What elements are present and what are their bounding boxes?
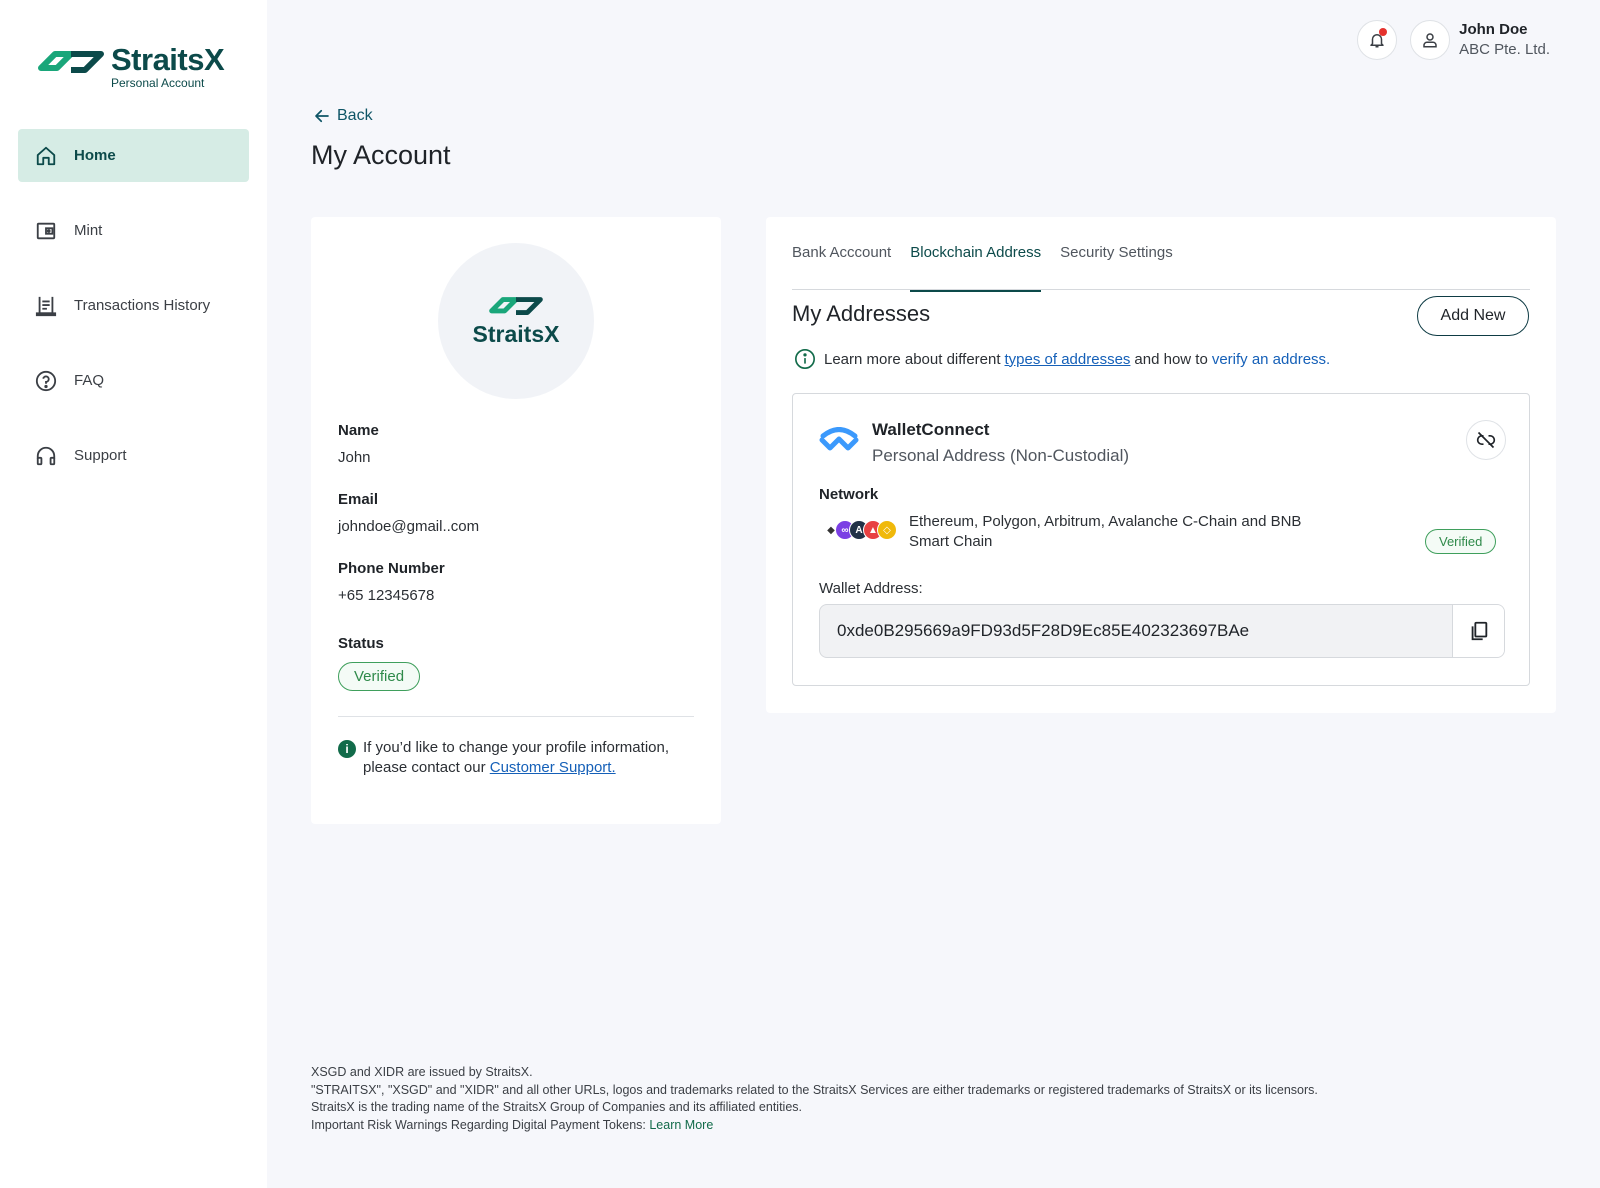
footer-line: XSGD and XIDR are issued by StraitsX.	[311, 1065, 533, 1079]
straitsx-logo[interactable]: StraitsX Personal Account	[37, 42, 237, 98]
user-name: John Doe	[1459, 21, 1528, 38]
footer-disclaimer: XSGD and XIDR are issued by StraitsX. "S…	[311, 1064, 1318, 1135]
tab-bank-account[interactable]: Bank Acccount	[792, 243, 891, 290]
copy-address-button[interactable]	[1452, 605, 1504, 657]
learn-more-link[interactable]: Learn More	[649, 1118, 713, 1132]
brand-name: StraitsX	[111, 42, 225, 77]
help-circle-icon	[34, 369, 58, 393]
name-field: Name John	[338, 422, 379, 466]
sidebar-item-faq[interactable]: FAQ	[18, 354, 249, 407]
sidebar-item-home[interactable]: Home	[18, 129, 249, 182]
sidebar: StraitsX Personal Account Home Mint Tran…	[0, 0, 267, 1188]
brand-subtitle: Personal Account	[111, 76, 205, 90]
straitsx-logo-icon	[489, 297, 543, 315]
receipt-icon	[34, 294, 58, 318]
name-label: Name	[338, 422, 379, 439]
copy-icon	[1471, 621, 1487, 641]
home-icon	[34, 144, 58, 168]
wallet-name: WalletConnect	[872, 420, 990, 439]
back-label: Back	[337, 107, 373, 124]
addresses-info: Learn more about different types of addr…	[794, 348, 1334, 370]
wallet-icon	[34, 219, 58, 243]
customer-support-link[interactable]: Customer Support.	[490, 759, 616, 776]
walletconnect-logo-icon	[819, 427, 859, 451]
avatar-logo-text: StraitsX	[472, 321, 560, 347]
headset-icon	[34, 444, 58, 468]
network-label: Network	[819, 486, 879, 503]
wallet-type: Personal Address (Non-Custodial)	[872, 446, 1130, 465]
user-icon	[1423, 33, 1437, 48]
email-value: johndoe@gmail..com	[338, 518, 480, 535]
addresses-card: Bank Acccount Blockchain Address Securit…	[766, 217, 1556, 713]
sidebar-item-label: Mint	[74, 222, 103, 239]
section-title: My Addresses	[792, 301, 931, 326]
link-off-icon	[1476, 431, 1496, 449]
footer-risk-line: Important Risk Warnings Regarding Digita…	[311, 1117, 1318, 1135]
info-prefix: Learn more about different	[824, 350, 1001, 368]
user-organization: ABC Pte. Ltd.	[1459, 41, 1550, 58]
footer-line: StraitsX is the trading name of the Stra…	[311, 1100, 802, 1115]
notifications-button[interactable]	[1357, 20, 1398, 60]
tab-blockchain-address[interactable]: Blockchain Address	[910, 243, 1041, 292]
user-info[interactable]: John Doe ABC Pte. Ltd.	[1459, 20, 1550, 60]
wallet-address-label: Wallet Address:	[819, 580, 923, 597]
profile-change-note: i If you’d like to change your profile i…	[338, 738, 678, 778]
account-tabs: Bank Acccount Blockchain Address Securit…	[792, 243, 1530, 292]
phone-label: Phone Number	[338, 560, 445, 577]
top-bar: John Doe ABC Pte. Ltd.	[1344, 20, 1550, 60]
profile-card: StraitsX Name John Email johndoe@gmail..…	[311, 217, 721, 824]
sidebar-item-transactions-history[interactable]: Transactions History	[18, 279, 249, 332]
footer-line: Important Risk Warnings Regarding Digita…	[311, 1118, 646, 1133]
straitsx-logo-icon	[38, 51, 104, 73]
sidebar-item-mint[interactable]: Mint	[18, 204, 249, 257]
wallet-address-field[interactable]: 0xde0B295669a9FD93d5F28D9Ec85E402323697B…	[819, 604, 1505, 658]
divider	[338, 716, 694, 717]
wallet-address-card: WalletConnect Personal Address (Non-Cust…	[792, 393, 1530, 686]
verify-address-link[interactable]: verify an address.	[1212, 351, 1330, 368]
status-label: Status	[338, 635, 384, 652]
sidebar-item-label: FAQ	[74, 372, 105, 389]
email-label: Email	[338, 491, 379, 508]
status-badge: Verified	[338, 662, 421, 691]
name-value: John	[338, 449, 371, 466]
sidebar-item-label: Support	[74, 447, 127, 464]
add-new-button[interactable]: Add New	[1417, 296, 1529, 336]
profile-avatar: StraitsX	[438, 243, 594, 399]
sidebar-nav: Home Mint Transactions History FAQ Suppo…	[18, 129, 249, 504]
info-middle: and how to	[1134, 350, 1208, 368]
network-list: Ethereum, Polygon, Arbitrum, Avalanche C…	[909, 513, 1302, 550]
wallet-address-value[interactable]: 0xde0B295669a9FD93d5F28D9Ec85E402323697B…	[820, 621, 1452, 641]
tab-security-settings[interactable]: Security Settings	[1060, 243, 1173, 290]
phone-field: Phone Number +65 12345678	[338, 560, 445, 604]
email-field: Email johndoe@gmail..com	[338, 491, 479, 535]
page-title: My Account	[311, 140, 451, 170]
info-icon	[795, 349, 815, 369]
back-link[interactable]: Back	[313, 107, 373, 125]
phone-value: +65 12345678	[338, 587, 435, 604]
info-icon: i	[338, 740, 356, 758]
user-avatar-button[interactable]	[1410, 20, 1451, 60]
arrow-left-icon	[315, 109, 329, 123]
sidebar-item-support[interactable]: Support	[18, 429, 249, 482]
bnb-icon: ◇	[877, 520, 897, 540]
unlink-wallet-button[interactable]	[1466, 420, 1506, 460]
status-field: Status Verified	[338, 635, 421, 691]
footer-line: "STRAITSX", "XSGD" and "XIDR" and all ot…	[311, 1082, 1318, 1097]
network-icons: ◆ ∞ A ▲ ◇	[821, 520, 897, 540]
types-of-addresses-link[interactable]: types of addresses	[1005, 351, 1131, 368]
sidebar-item-label: Transactions History	[74, 297, 211, 314]
wallet-status-badge: Verified	[1425, 529, 1497, 554]
sidebar-item-label: Home	[74, 147, 116, 164]
